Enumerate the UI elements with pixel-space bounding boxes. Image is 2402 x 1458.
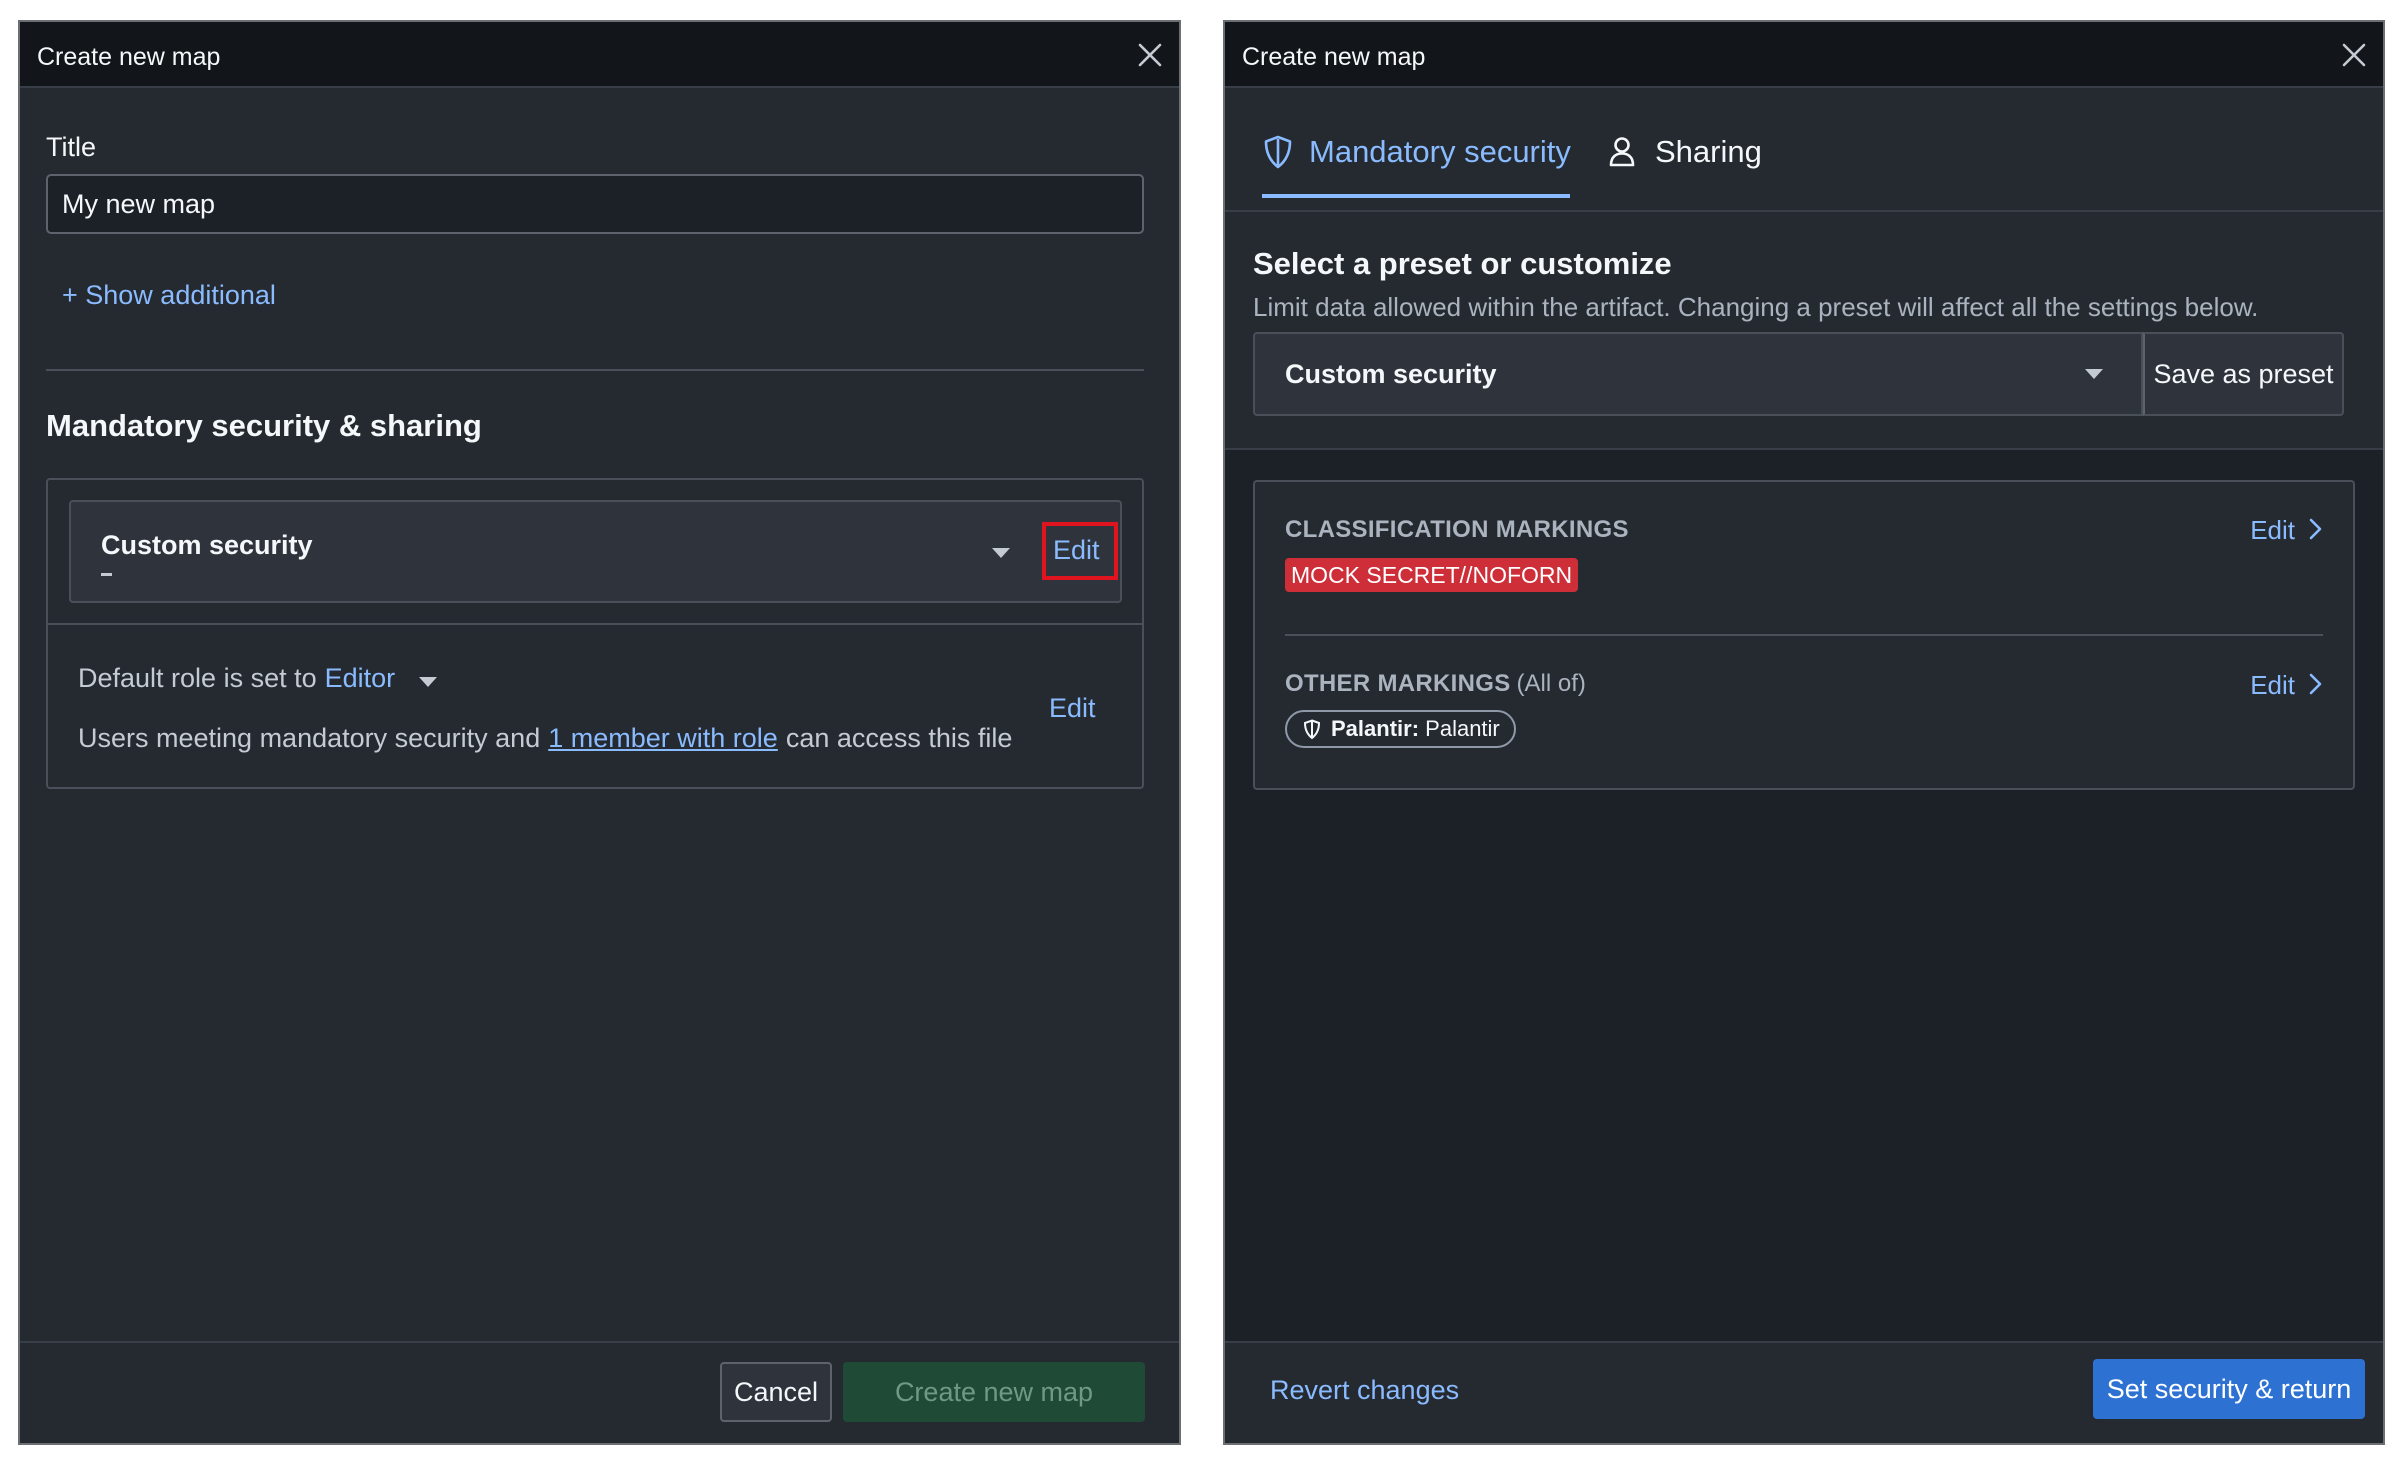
preset-title: Select a preset or customize bbox=[1253, 246, 1672, 281]
title-label: Title bbox=[46, 132, 97, 162]
close-icon bbox=[1138, 43, 1162, 67]
tab-label: Mandatory security bbox=[1309, 134, 1571, 169]
security-select-label: Custom security bbox=[101, 530, 313, 560]
card-divider bbox=[48, 623, 1142, 625]
pill-value: Palantir bbox=[1425, 716, 1500, 741]
classification-markings-label: CLASSIFICATION MARKINGS bbox=[1285, 516, 1629, 543]
other-markings-title: OTHER MARKINGS bbox=[1285, 670, 1511, 697]
dialog-title: Create new map bbox=[37, 43, 221, 71]
default-role-label: Default role is set to bbox=[78, 663, 317, 693]
role-select[interactable]: Editor bbox=[325, 663, 396, 693]
security-preset-select[interactable]: Custom security Edit bbox=[69, 500, 1122, 603]
preset-select[interactable]: Custom security bbox=[1253, 332, 2143, 416]
default-role-line: Default role is set to Editor bbox=[78, 663, 395, 694]
caret-down-icon bbox=[2085, 369, 2103, 379]
close-button[interactable] bbox=[2339, 40, 2369, 70]
edit-security-button[interactable]: Edit bbox=[1053, 535, 1100, 566]
shield-icon bbox=[1264, 135, 1292, 169]
classification-tag: MOCK SECRET//NOFORN bbox=[1285, 558, 1579, 592]
role-caret-down-icon[interactable] bbox=[419, 677, 437, 687]
dialog-header: Create new map bbox=[1225, 22, 2383, 88]
markings-card: CLASSIFICATION MARKINGS Edit MOCK SECRET… bbox=[1253, 480, 2355, 790]
tab-label: Sharing bbox=[1655, 134, 1762, 169]
security-dialog: Create new map Mandatory security Sharin… bbox=[1223, 20, 2385, 1445]
dialog-footer: Revert changes Set security & return bbox=[1225, 1341, 2383, 1443]
dialog-title: Create new map bbox=[1242, 43, 1426, 71]
tab-sharing[interactable]: Sharing bbox=[1608, 134, 1788, 198]
preset-select-label: Custom security bbox=[1285, 359, 1497, 389]
access-suffix: can access this file bbox=[785, 723, 1013, 753]
revert-changes-button[interactable]: Revert changes bbox=[1270, 1375, 1459, 1406]
access-prefix: Users meeting mandatory security and bbox=[78, 723, 541, 753]
close-button[interactable] bbox=[1135, 40, 1165, 70]
create-map-dialog: Create new map Title + Show additional M… bbox=[18, 20, 1181, 1445]
cancel-button[interactable]: Cancel bbox=[720, 1362, 832, 1422]
edit-classification-button[interactable]: Edit bbox=[2250, 515, 2295, 546]
save-as-preset-button[interactable]: Save as preset bbox=[2143, 332, 2344, 416]
preset-subtitle: Limit data allowed within the artifact. … bbox=[1253, 292, 2259, 322]
shield-icon bbox=[1303, 719, 1321, 740]
access-line: Users meeting mandatory security and 1 me… bbox=[78, 723, 1012, 754]
member-link[interactable]: 1 member with role bbox=[548, 723, 778, 753]
dialog-header: Create new map bbox=[20, 22, 1179, 88]
chevron-right-icon[interactable] bbox=[2305, 516, 2325, 542]
markings-divider bbox=[1285, 634, 2323, 636]
show-additional-link[interactable]: + Show additional bbox=[62, 280, 276, 311]
create-map-button[interactable]: Create new map bbox=[843, 1362, 1145, 1422]
chevron-right-icon[interactable] bbox=[2305, 671, 2325, 697]
title-input[interactable] bbox=[46, 174, 1144, 234]
caret-down-icon bbox=[992, 548, 1010, 558]
dash-placeholder bbox=[101, 573, 112, 576]
tab-mandatory-security[interactable]: Mandatory security bbox=[1262, 134, 1571, 198]
other-markings-qualifier: (All of) bbox=[1516, 670, 1586, 697]
edit-sharing-button[interactable]: Edit bbox=[1049, 693, 1096, 724]
person-icon bbox=[1609, 137, 1635, 167]
marking-pill: Palantir: Palantir bbox=[1285, 710, 1516, 748]
section-title: Mandatory security & sharing bbox=[46, 408, 482, 443]
preset-section: Select a preset or customize Limit data … bbox=[1225, 212, 2383, 450]
other-markings-label: OTHER MARKINGS (All of) bbox=[1285, 670, 1586, 698]
markings-area: CLASSIFICATION MARKINGS Edit MOCK SECRET… bbox=[1225, 450, 2383, 1341]
edit-other-markings-button[interactable]: Edit bbox=[2250, 670, 2295, 701]
tab-bar: Mandatory security Sharing bbox=[1225, 88, 2383, 212]
section-divider bbox=[46, 369, 1144, 371]
security-card: Custom security Edit Default role is set… bbox=[46, 478, 1144, 789]
set-security-return-button[interactable]: Set security & return bbox=[2093, 1359, 2365, 1419]
dialog-footer: Cancel Create new map bbox=[20, 1341, 1179, 1443]
close-icon bbox=[2342, 43, 2366, 67]
pill-group: Palantir: bbox=[1331, 716, 1420, 741]
